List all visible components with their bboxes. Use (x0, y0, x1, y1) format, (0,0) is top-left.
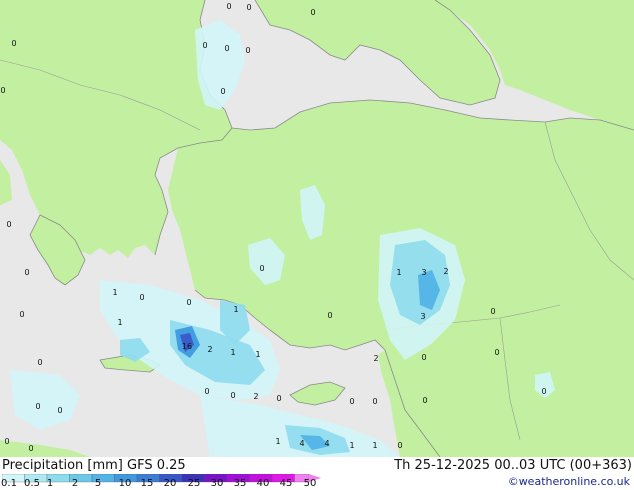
precip-value-label: 0 (24, 268, 29, 277)
legend-tick-label: 20 (163, 478, 177, 489)
precip-value-label: 0 (202, 41, 207, 50)
precip-value-label: 0 (186, 298, 191, 307)
precip-value-label: 0 (35, 402, 40, 411)
precip-value-label: 1 (275, 437, 280, 446)
precip-value-label: 0 (494, 348, 499, 357)
credit-link[interactable]: ©weatheronline.co.uk (508, 475, 630, 488)
map-figure: 0 0 0 0 0 0 0 0 0 0 0 0 0 0 0 0 0 1 0 1 0 1 0 16 2 1 1 0 0 2 0 0 0 0 1 4 4 1 1… (0, 0, 634, 490)
precip-value-label: 0 (57, 406, 62, 415)
precip-value-label: 1 (396, 268, 401, 277)
precip-value-label: 2 (207, 345, 212, 354)
precip-value-label: 4 (299, 439, 304, 448)
precip-value-label: 0 (310, 8, 315, 17)
precip-value-label: 0 (397, 441, 402, 450)
legend-tick-label: 25 (187, 478, 201, 489)
precip-value-label: 0 (276, 394, 281, 403)
precip-value-label: 1 (255, 350, 260, 359)
legend-tick-label: 0.1 (1, 478, 17, 489)
precip-value-label: 0 (327, 311, 332, 320)
precip-value-label: 0 (220, 87, 225, 96)
precip-value-label: 2 (373, 354, 378, 363)
legend-tick-label: 2 (71, 478, 79, 489)
precip-value-label: 0 (224, 44, 229, 53)
precip-value-label: 0 (422, 396, 427, 405)
precip-value-label: 0 (11, 39, 16, 48)
precip-value-label: 2 (443, 267, 448, 276)
precip-value-label: 0 (204, 387, 209, 396)
precip-value-label: 3 (420, 312, 425, 321)
precip-value-label: 0 (421, 353, 426, 362)
precip-value-label: 0 (37, 358, 42, 367)
precip-value-label: 2 (253, 392, 258, 401)
legend-tick-label: 45 (279, 478, 293, 489)
precip-value-label: 1 (349, 441, 354, 450)
precip-value-label: 0 (372, 397, 377, 406)
map-datetime: Th 25-12-2025 00..03 UTC (00+363) (394, 458, 632, 473)
legend-tick-label: 40 (256, 478, 270, 489)
legend-tick-label: 0.5 (24, 478, 40, 489)
precip-value-label: 0 (349, 397, 354, 406)
precip-value-label: 1 (372, 441, 377, 450)
precip-value-label: 0 (245, 46, 250, 55)
legend-tick-label: 50 (303, 478, 317, 489)
legend-tick-label: 5 (94, 478, 102, 489)
legend-tick-label: 35 (233, 478, 247, 489)
precip-value-label: 0 (490, 307, 495, 316)
precip-value-label: 0 (230, 391, 235, 400)
precip-value-label: 0 (259, 264, 264, 273)
precip-value-label: 0 (139, 293, 144, 302)
legend-tick-label: 10 (118, 478, 132, 489)
precip-value-label: 0 (28, 444, 33, 453)
precip-value-label: 0 (246, 3, 251, 12)
precip-value-label: 0 (19, 310, 24, 319)
precip-value-label: 0 (226, 2, 231, 11)
precip-value-label: 4 (324, 439, 329, 448)
precip-value-label: 16 (182, 342, 192, 351)
precip-value-label: 3 (421, 268, 426, 277)
map-title: Precipitation [mm] GFS 0.25 (2, 458, 186, 473)
precip-value-label: 1 (230, 348, 235, 357)
precip-value-label: 0 (0, 86, 5, 95)
legend-tick-label: 30 (210, 478, 224, 489)
precip-value-label: 1 (117, 318, 122, 327)
legend-tick-label: 15 (140, 478, 154, 489)
precip-value-label: 1 (233, 305, 238, 314)
map-footer: Precipitation [mm] GFS 0.25 Th 25-12-202… (0, 457, 634, 490)
precip-value-label: 0 (541, 387, 546, 396)
precip-value-label: 0 (4, 437, 9, 446)
precip-value-label: 0 (6, 220, 11, 229)
legend-tick-label: 1 (46, 478, 54, 489)
precip-value-label: 1 (112, 288, 117, 297)
precipitation-map: 0 0 0 0 0 0 0 0 0 0 0 0 0 0 0 0 0 1 0 1 0 1 0 16 2 1 1 0 0 2 0 0 0 0 1 4 4 1 1… (0, 0, 634, 457)
